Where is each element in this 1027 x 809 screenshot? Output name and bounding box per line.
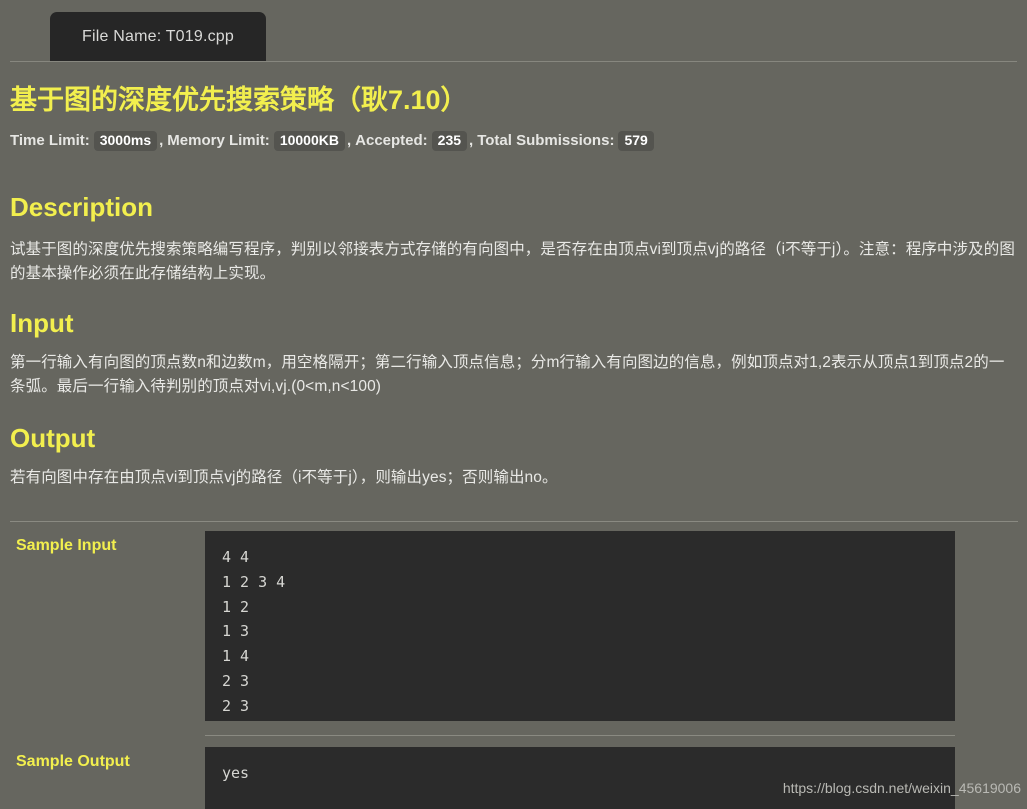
accepted-value: 235 bbox=[431, 131, 468, 151]
section-heading-description: Description bbox=[10, 192, 154, 222]
time-limit-label: Time Limit: bbox=[10, 132, 90, 150]
sample-output-code[interactable]: yes bbox=[205, 747, 955, 809]
memory-limit-label: Memory Limit: bbox=[167, 132, 270, 150]
page-title: 基于图的深度优先搜索策略（耿7.10） bbox=[10, 85, 468, 115]
stats-comma-2: , bbox=[346, 132, 352, 150]
sample-input-label: Sample Input bbox=[16, 537, 117, 554]
sample-output-label: Sample Output bbox=[16, 753, 130, 770]
stats-comma-3: , bbox=[469, 132, 474, 150]
stats-comma-1: , bbox=[159, 132, 164, 150]
accepted-label: Accepted: bbox=[355, 132, 428, 150]
time-limit-value: 3000ms bbox=[93, 131, 158, 151]
total-submissions-value: 579 bbox=[618, 131, 654, 151]
total-submissions-label: Total Submissions: bbox=[477, 132, 615, 150]
samples-divider-top bbox=[10, 521, 1018, 522]
sample-input-code[interactable]: 4 4 1 2 3 4 1 2 1 3 1 4 2 3 2 3 bbox=[205, 531, 955, 721]
tab-file-name[interactable]: File Name: T019.cpp bbox=[50, 12, 266, 62]
samples-divider-middle bbox=[205, 735, 955, 736]
tab-strip-divider bbox=[10, 61, 1017, 62]
problem-stats: Time Limit: 3000ms , Memory Limit: 10000… bbox=[10, 131, 654, 151]
section-body-output: 若有向图中存在由顶点vi到顶点vj的路径（i不等于j），则输出yes；否则输出n… bbox=[10, 469, 558, 486]
section-heading-output: Output bbox=[10, 423, 96, 453]
section-body-input: 第一行输入有向图的顶点数n和边数m，用空格隔开；第二行输入顶点信息；分m行输入有… bbox=[10, 354, 1005, 396]
tab-strip: File Name: T019.cpp bbox=[0, 0, 1027, 63]
section-heading-input: Input bbox=[10, 308, 74, 338]
memory-limit-value: 10000KB bbox=[273, 131, 345, 151]
tab-file-name-label: File Name: T019.cpp bbox=[81, 28, 235, 45]
section-body-description: 试基于图的深度优先搜索策略编写程序，判别以邻接表方式存储的有向图中，是否存在由顶… bbox=[10, 241, 1015, 283]
